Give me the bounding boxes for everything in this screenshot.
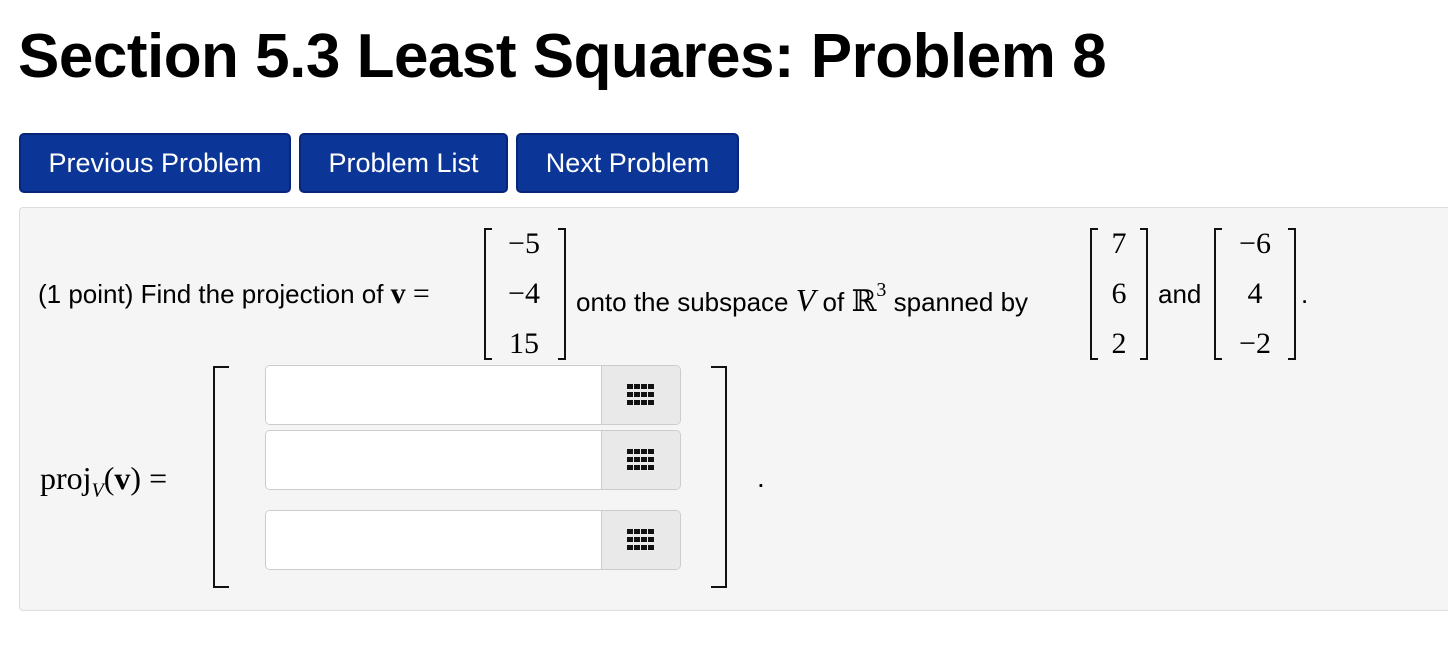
matrix-entry-button[interactable] — [602, 511, 680, 569]
basis-2-entry: −6 — [1239, 227, 1271, 260]
basis-1-entry: 7 — [1111, 227, 1127, 260]
vector-v-entry: −4 — [508, 277, 540, 310]
vector-v-entry: −5 — [508, 227, 540, 260]
problem-panel — [19, 207, 1448, 611]
vector-v-left-bracket — [484, 228, 492, 360]
vector-v-entry: 15 — [509, 327, 539, 360]
grid-icon — [627, 384, 654, 405]
answer-period: . — [757, 462, 765, 493]
vector-v-symbol: v — [390, 277, 406, 310]
next-problem-button[interactable]: Next Problem — [516, 133, 739, 193]
statement-find: Find the projection of — [140, 279, 384, 309]
projection-label: projV(v) = — [40, 460, 168, 502]
answer-entry-row — [265, 365, 681, 425]
answer-right-bracket — [711, 366, 727, 588]
basis-1-entry: 6 — [1111, 277, 1127, 310]
basis-2-right-bracket — [1288, 228, 1296, 360]
matrix-entry-button[interactable] — [602, 431, 680, 489]
answer-input-2[interactable] — [266, 431, 602, 489]
vector-v-right-bracket — [558, 228, 566, 360]
basis-2-entry: −2 — [1239, 327, 1271, 360]
page-title: Section 5.3 Least Squares: Problem 8 — [18, 22, 1107, 91]
basis-1-right-bracket — [1140, 228, 1148, 360]
basis-2-entry: 4 — [1247, 277, 1263, 310]
answer-input-3[interactable] — [266, 511, 602, 569]
subspace-symbol: V — [795, 282, 816, 318]
statement-onto: onto the subspace — [576, 287, 789, 317]
answer-left-bracket — [213, 366, 229, 588]
answer-input-1[interactable] — [266, 366, 602, 424]
grid-icon — [627, 529, 654, 550]
statement-period: . — [1301, 279, 1309, 309]
equals-sign: = — [412, 277, 430, 310]
answer-entry-row — [265, 430, 681, 490]
problem-statement-text: (1 point) Find the projection of v = — [38, 277, 430, 310]
grid-icon — [627, 449, 654, 470]
statement-and: and — [1158, 279, 1202, 309]
matrix-entry-button[interactable] — [602, 366, 680, 424]
points-label: (1 point) — [38, 279, 134, 309]
problem-list-button[interactable]: Problem List — [299, 133, 508, 193]
statement-of: of — [822, 287, 845, 317]
problem-statement-middle: onto the subspace V of ℝ3 spanned by — [576, 279, 1028, 317]
basis-1-left-bracket — [1090, 228, 1098, 360]
real-space-symbol: ℝ3 — [851, 279, 887, 318]
basis-1-entry: 2 — [1111, 327, 1127, 360]
previous-problem-button[interactable]: Previous Problem — [19, 133, 291, 193]
basis-2-left-bracket — [1214, 228, 1222, 360]
answer-entry-row — [265, 510, 681, 570]
statement-spanned: spanned by — [893, 287, 1029, 317]
